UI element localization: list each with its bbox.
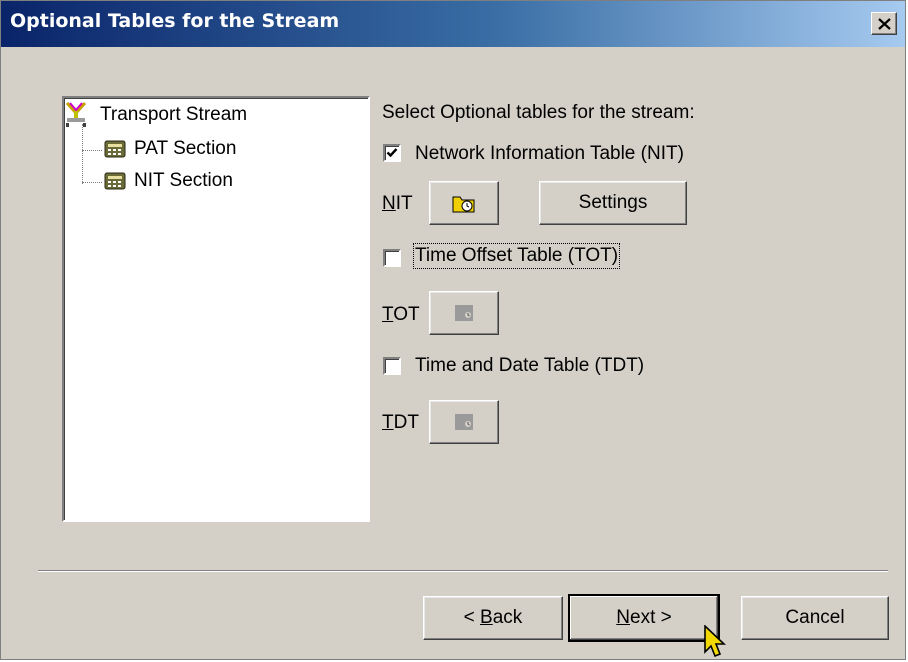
- back-button[interactable]: < Back: [423, 596, 563, 640]
- table-section-icon: [104, 140, 126, 158]
- table-section-icon: [104, 172, 126, 190]
- window-title: Optional Tables for the Stream: [10, 10, 340, 32]
- tree-item-transport-stream[interactable]: Transport Stream: [64, 101, 248, 128]
- cancel-button[interactable]: Cancel: [741, 596, 889, 640]
- close-button[interactable]: [871, 12, 897, 35]
- nit-label: NIT: [382, 193, 413, 214]
- clock-disabled-icon: [455, 414, 473, 430]
- stream-tree-view[interactable]: Transport Stream PAT Section NIT Section: [62, 96, 370, 522]
- tree-item-pat-section[interactable]: PAT Section: [104, 136, 236, 162]
- tdt-label: TDT: [382, 412, 419, 433]
- nit-schedule-button[interactable]: [429, 181, 499, 225]
- folder-clock-icon: [452, 196, 475, 213]
- close-icon: [878, 18, 891, 30]
- tree-item-nit-section[interactable]: NIT Section: [104, 168, 233, 194]
- next-button[interactable]: Next >: [568, 594, 720, 642]
- tot-label: TOT: [382, 304, 420, 325]
- tdt-checkbox-label[interactable]: Time and Date Table (TDT): [415, 355, 644, 377]
- checkmark-icon: [386, 148, 398, 158]
- tree-item-label: NIT Section: [134, 170, 233, 191]
- title-bar[interactable]: Optional Tables for the Stream: [1, 1, 905, 47]
- tdt-schedule-button[interactable]: [429, 400, 499, 444]
- nit-checkbox[interactable]: [383, 144, 401, 162]
- nit-checkbox-label[interactable]: Network Information Table (NIT): [415, 143, 684, 165]
- tot-checkbox-label[interactable]: Time Offset Table (TOT): [412, 243, 621, 269]
- nit-settings-button[interactable]: Settings: [539, 181, 687, 225]
- tot-checkbox[interactable]: [383, 249, 401, 267]
- clock-disabled-icon: [455, 305, 473, 321]
- mouse-cursor-icon: [704, 625, 727, 658]
- options-header: Select Optional tables for the stream:: [382, 102, 695, 123]
- tree-item-label: PAT Section: [134, 138, 237, 159]
- transport-stream-icon: [65, 101, 87, 127]
- tdt-checkbox[interactable]: [383, 357, 401, 375]
- tree-item-label: Transport Stream: [100, 104, 248, 125]
- tot-schedule-button[interactable]: [429, 291, 499, 335]
- dialog-window: Optional Tables for the Stream Transport…: [0, 0, 906, 660]
